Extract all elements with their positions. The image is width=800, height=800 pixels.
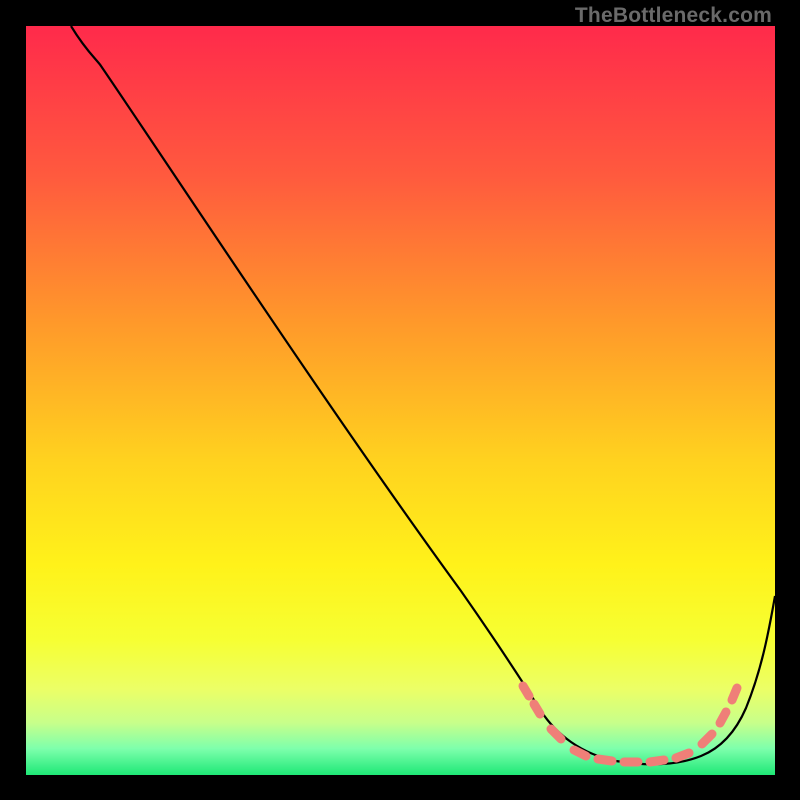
plot-area: [26, 26, 775, 775]
bottleneck-curve: [26, 26, 775, 775]
chart-frame: TheBottleneck.com: [0, 0, 800, 800]
valley-markers: [523, 686, 737, 762]
watermark-text: TheBottleneck.com: [575, 4, 772, 28]
